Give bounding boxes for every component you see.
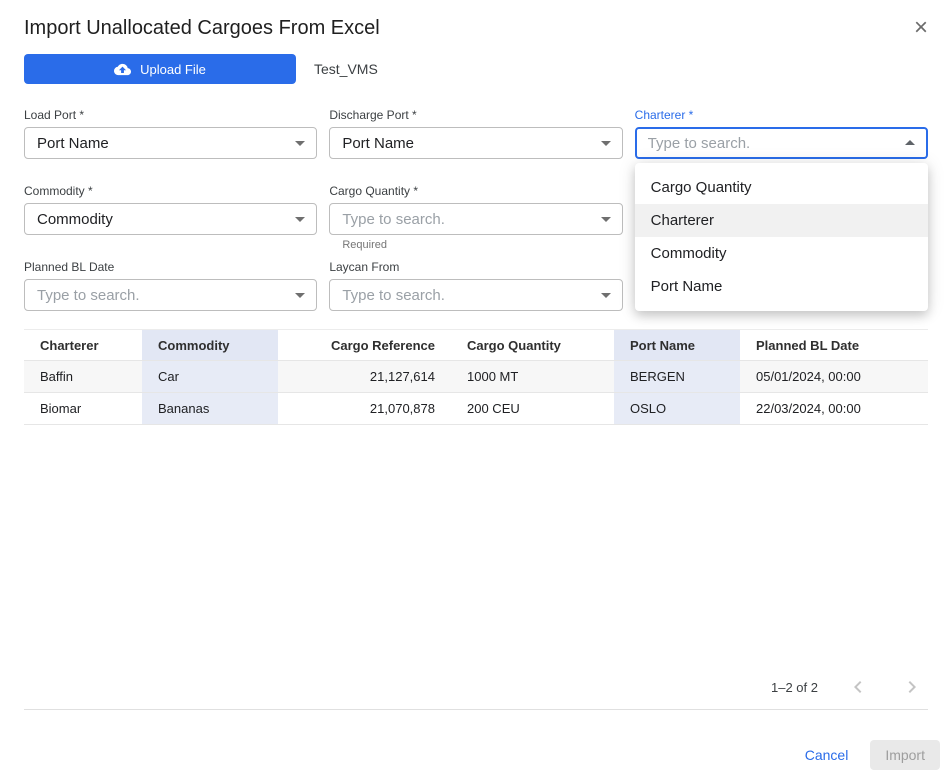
dropdown-option-commodity[interactable]: Commodity: [635, 237, 928, 270]
planned-bl-date-label: Planned BL Date: [24, 260, 317, 274]
column-header-commodity[interactable]: Commodity: [142, 330, 278, 360]
cell-port-name: OSLO: [614, 393, 740, 424]
column-header-port-name[interactable]: Port Name: [614, 330, 740, 360]
cell-blank: [278, 361, 328, 392]
dialog-header: Import Unallocated Cargoes From Excel ×: [0, 0, 952, 42]
close-icon[interactable]: ×: [910, 14, 932, 42]
load-port-label: Load Port *: [24, 108, 317, 122]
cell-cargo-quantity: 1000 MT: [451, 361, 614, 392]
laycan-from-label: Laycan From: [329, 260, 622, 274]
field-planned-bl-date: Planned BL Date: [24, 260, 317, 311]
mapping-form: Load Port * Port Name Discharge Port * P…: [24, 108, 928, 311]
charterer-dropdown: Cargo Quantity Charterer Commodity Port …: [635, 163, 928, 311]
field-discharge-port: Discharge Port * Port Name: [329, 108, 622, 159]
charterer-search-input[interactable]: [648, 135, 896, 152]
cell-port-name: BERGEN: [614, 361, 740, 392]
upload-row: Upload File Test_VMS: [24, 54, 928, 84]
field-load-port: Load Port * Port Name: [24, 108, 317, 159]
chevron-down-icon: [601, 141, 611, 146]
charterer-input-wrap: [635, 127, 928, 159]
pagination-range-label: 1–2 of 2: [771, 680, 818, 695]
dropdown-option-cargo-quantity[interactable]: Cargo Quantity: [635, 171, 928, 204]
column-header-cargo-reference[interactable]: Cargo Reference: [328, 330, 451, 360]
commodity-value: Commodity: [37, 211, 113, 228]
uploaded-file-name: Test_VMS: [314, 61, 378, 77]
next-page-icon[interactable]: [898, 673, 926, 701]
column-header-cargo-quantity[interactable]: Cargo Quantity: [451, 330, 614, 360]
table-header-row: Charterer Commodity Cargo Reference Carg…: [24, 330, 928, 361]
column-header-charterer[interactable]: Charterer: [24, 330, 142, 360]
laycan-from-input-wrap: [329, 279, 622, 311]
table-row: Baffin Car 21,127,614 1000 MT BERGEN 05/…: [24, 361, 928, 393]
import-dialog: Import Unallocated Cargoes From Excel × …: [0, 0, 952, 776]
cargo-preview-table: Charterer Commodity Cargo Reference Carg…: [24, 329, 928, 710]
cargo-quantity-search-input[interactable]: [342, 211, 591, 228]
dropdown-option-charterer[interactable]: Charterer: [635, 204, 928, 237]
cell-charterer: Baffin: [24, 361, 142, 392]
discharge-port-label: Discharge Port *: [329, 108, 622, 122]
cloud-upload-icon: [114, 61, 131, 78]
load-port-value: Port Name: [37, 135, 109, 152]
chevron-up-icon: [905, 140, 915, 145]
cell-planned-bl-date: 05/01/2024, 00:00: [740, 361, 928, 392]
field-commodity: Commodity * Commodity: [24, 184, 317, 235]
page-title: Import Unallocated Cargoes From Excel: [24, 14, 380, 42]
field-cargo-quantity: Cargo Quantity * Required: [329, 184, 622, 235]
cell-commodity: Bananas: [142, 393, 278, 424]
charterer-label: Charterer *: [635, 108, 928, 122]
commodity-label: Commodity *: [24, 184, 317, 198]
cell-commodity: Car: [142, 361, 278, 392]
upload-file-button[interactable]: Upload File: [24, 54, 296, 84]
cell-cargo-quantity: 200 CEU: [451, 393, 614, 424]
column-header-blank[interactable]: [278, 330, 328, 360]
cell-blank: [278, 393, 328, 424]
field-charterer: Charterer * Cargo Quantity Charterer Com…: [635, 108, 928, 159]
discharge-port-value: Port Name: [342, 135, 414, 152]
table-row: Biomar Bananas 21,070,878 200 CEU OSLO 2…: [24, 393, 928, 425]
previous-page-icon[interactable]: [844, 673, 872, 701]
cell-charterer: Biomar: [24, 393, 142, 424]
cell-planned-bl-date: 22/03/2024, 00:00: [740, 393, 928, 424]
column-header-planned-bl-date[interactable]: Planned BL Date: [740, 330, 928, 360]
chevron-down-icon: [601, 293, 611, 298]
load-port-select[interactable]: Port Name: [24, 127, 317, 159]
chevron-down-icon: [295, 141, 305, 146]
laycan-from-search-input[interactable]: [342, 287, 591, 304]
chevron-down-icon: [601, 217, 611, 222]
cell-cargo-reference: 21,127,614: [328, 361, 451, 392]
chevron-down-icon: [295, 293, 305, 298]
cargo-quantity-input-wrap: [329, 203, 622, 235]
dialog-actions: Cancel Import: [797, 740, 940, 770]
cargo-quantity-helper: Required: [342, 239, 387, 251]
field-laycan-from: Laycan From: [329, 260, 622, 311]
discharge-port-select[interactable]: Port Name: [329, 127, 622, 159]
planned-bl-date-input-wrap: [24, 279, 317, 311]
chevron-down-icon: [295, 217, 305, 222]
planned-bl-date-search-input[interactable]: [37, 287, 286, 304]
table-empty-area: [24, 425, 928, 665]
cancel-button[interactable]: Cancel: [797, 741, 857, 769]
table-pagination: 1–2 of 2: [24, 665, 928, 709]
cargo-quantity-label: Cargo Quantity *: [329, 184, 622, 198]
import-button[interactable]: Import: [870, 740, 940, 770]
upload-button-label: Upload File: [140, 62, 206, 77]
cell-cargo-reference: 21,070,878: [328, 393, 451, 424]
dropdown-option-port-name[interactable]: Port Name: [635, 270, 928, 303]
commodity-select[interactable]: Commodity: [24, 203, 317, 235]
